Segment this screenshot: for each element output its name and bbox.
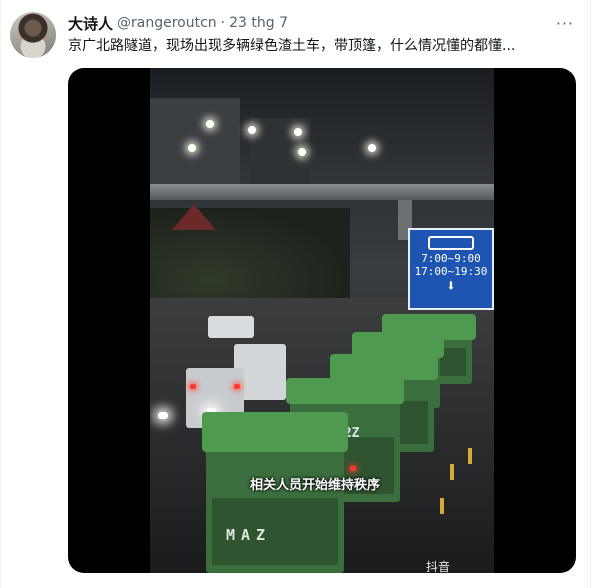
tail-light [350,466,356,471]
building [150,98,240,188]
overpass [150,184,494,200]
pagoda-roof [172,204,216,230]
video-caption: 相关人员开始维持秩序 [250,478,381,493]
user-handle[interactable]: @rangeroutcn [117,15,217,31]
street-lamp [248,126,256,134]
head-light [158,412,168,419]
lane-marking [440,498,444,514]
bus-icon [428,236,474,250]
car [208,316,254,338]
down-arrow-icon: ⬇ [446,276,456,295]
street-lamp [298,148,306,156]
timestamp[interactable]: 23 thg 7 [229,15,288,31]
video-player[interactable]: 32Z MAZ 7:00~9:00 17:00~19:30 ⬇ 相关人员开始维持… [68,68,576,573]
street-lamp [206,120,214,128]
lane-marking [468,448,472,464]
sign-time-morning: 7:00~9:00 [421,252,481,265]
street-lamp [368,144,376,152]
lane-marking [450,464,454,480]
truck-plate: MAZ [226,526,272,544]
tweet-header: 大诗人 @rangeroutcn · 23 thg 7 [68,12,288,34]
separator: · [220,15,226,31]
video-watermark: 抖音 [426,560,451,573]
tail-light [234,384,240,389]
tail-light [190,384,196,389]
tweet[interactable]: 大诗人 @rangeroutcn · 23 thg 7 ··· 京广北路隧道，现… [0,0,600,588]
bus-lane-sign: 7:00~9:00 17:00~19:30 ⬇ [408,228,494,310]
display-name[interactable]: 大诗人 [68,13,113,34]
tweet-text: 京广北路隧道，现场出现多辆绿色渣土车，带顶篷，什么情况懂的都懂... [68,38,516,54]
more-icon[interactable]: ··· [554,14,576,33]
video-frame: 32Z MAZ 7:00~9:00 17:00~19:30 ⬇ 相关人员开始维持… [150,68,494,573]
street-lamp [188,144,196,152]
avatar[interactable] [10,12,56,58]
green-truck-front: MAZ [202,412,348,573]
street-lamp [294,128,302,136]
